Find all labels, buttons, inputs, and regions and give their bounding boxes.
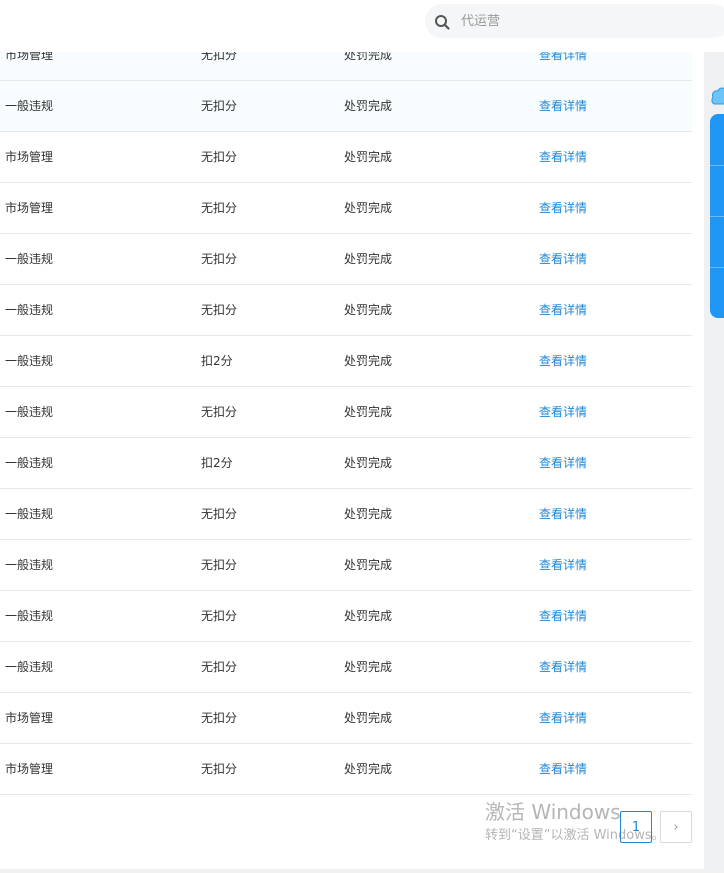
row-category: 市场管理 [5,201,54,215]
row-deduction: 无扣分 [201,660,238,674]
row-status: 处罚完成 [344,711,393,725]
row-status: 处罚完成 [344,354,393,368]
row-status: 处罚完成 [344,507,393,521]
view-details-link[interactable]: 查看详情 [539,81,587,131]
search-box[interactable] [425,4,724,38]
table-row: 一般违规 无扣分 处罚完成 查看详情 [0,387,692,438]
row-deduction: 扣2分 [201,456,233,470]
table-row: 一般违规 无扣分 处罚完成 查看详情 [0,81,692,132]
row-status: 处罚完成 [344,456,393,470]
row-category: 一般违规 [5,99,54,113]
table-row: 市场管理 无扣分 处罚完成 查看详情 [0,693,692,744]
row-category: 一般违规 [5,303,54,317]
view-details-link[interactable]: 查看详情 [539,132,587,182]
view-details-link[interactable]: 查看详情 [539,642,587,692]
bottom-divider [0,869,724,873]
row-category: 一般违规 [5,456,54,470]
row-deduction: 无扣分 [201,150,238,164]
view-details-link[interactable]: 查看详情 [539,183,587,233]
view-details-link[interactable]: 查看详情 [539,489,587,539]
row-deduction: 无扣分 [201,609,238,623]
penalty-table: 市场管理 无扣分 处罚完成 查看详情 一般违规 无扣分 处罚完成 查看详情 市场… [0,30,692,795]
row-deduction: 扣2分 [201,354,233,368]
row-deduction: 无扣分 [201,762,238,776]
table-row: 市场管理 无扣分 处罚完成 查看详情 [0,744,692,795]
row-deduction: 无扣分 [201,99,238,113]
toolbar-divider [710,267,724,268]
view-details-link[interactable]: 查看详情 [539,591,587,641]
view-details-link[interactable]: 查看详情 [539,234,587,284]
view-details-link[interactable]: 查看详情 [539,693,587,743]
table-row: 市场管理 无扣分 处罚完成 查看详情 [0,183,692,234]
table-row: 一般违规 无扣分 处罚完成 查看详情 [0,285,692,336]
row-category: 市场管理 [5,150,54,164]
table-row: 一般违规 无扣分 处罚完成 查看详情 [0,591,692,642]
row-status: 处罚完成 [344,660,393,674]
row-category: 市场管理 [5,711,54,725]
row-deduction: 无扣分 [201,558,238,572]
view-details-link[interactable]: 查看详情 [539,387,587,437]
row-deduction: 无扣分 [201,711,238,725]
search-icon[interactable] [434,14,450,30]
toolbar-divider [710,216,724,217]
view-details-link[interactable]: 查看详情 [539,336,587,386]
row-status: 处罚完成 [344,303,393,317]
row-category: 市场管理 [5,762,54,776]
row-category: 一般违规 [5,609,54,623]
top-bar [0,0,724,52]
row-category: 一般违规 [5,354,54,368]
row-deduction: 无扣分 [201,303,238,317]
row-status: 处罚完成 [344,201,393,215]
view-details-link[interactable]: 查看详情 [539,438,587,488]
search-input[interactable] [461,4,721,38]
row-deduction: 无扣分 [201,507,238,521]
row-deduction: 无扣分 [201,201,238,215]
row-category: 一般违规 [5,405,54,419]
table-row: 一般违规 无扣分 处罚完成 查看详情 [0,540,692,591]
row-status: 处罚完成 [344,252,393,266]
row-category: 一般违规 [5,507,54,521]
next-page-button[interactable]: › [660,811,692,843]
table-row: 一般违规 无扣分 处罚完成 查看详情 [0,642,692,693]
row-status: 处罚完成 [344,558,393,572]
view-details-link[interactable]: 查看详情 [539,744,587,794]
table-row: 一般违规 扣2分 处罚完成 查看详情 [0,438,692,489]
table-row: 市场管理 无扣分 处罚完成 查看详情 [0,132,692,183]
row-status: 处罚完成 [344,99,393,113]
toolbar-divider [710,165,724,166]
cloud-service-icon[interactable] [711,82,724,106]
table-row: 一般违规 无扣分 处罚完成 查看详情 [0,489,692,540]
view-details-link[interactable]: 查看详情 [539,540,587,590]
table-row: 一般违规 无扣分 处罚完成 查看详情 [0,234,692,285]
row-category: 一般违规 [5,558,54,572]
row-status: 处罚完成 [344,150,393,164]
row-status: 处罚完成 [344,609,393,623]
row-status: 处罚完成 [344,405,393,419]
row-deduction: 无扣分 [201,252,238,266]
table-row: 一般违规 扣2分 处罚完成 查看详情 [0,336,692,387]
row-deduction: 无扣分 [201,405,238,419]
row-category: 一般违规 [5,252,54,266]
floating-side-toolbar[interactable] [710,114,724,318]
row-status: 处罚完成 [344,762,393,776]
pagination: 1 › [620,811,692,843]
page-number-button[interactable]: 1 [620,811,652,843]
chevron-right-icon: › [673,819,679,835]
view-details-link[interactable]: 查看详情 [539,285,587,335]
row-category: 一般违规 [5,660,54,674]
